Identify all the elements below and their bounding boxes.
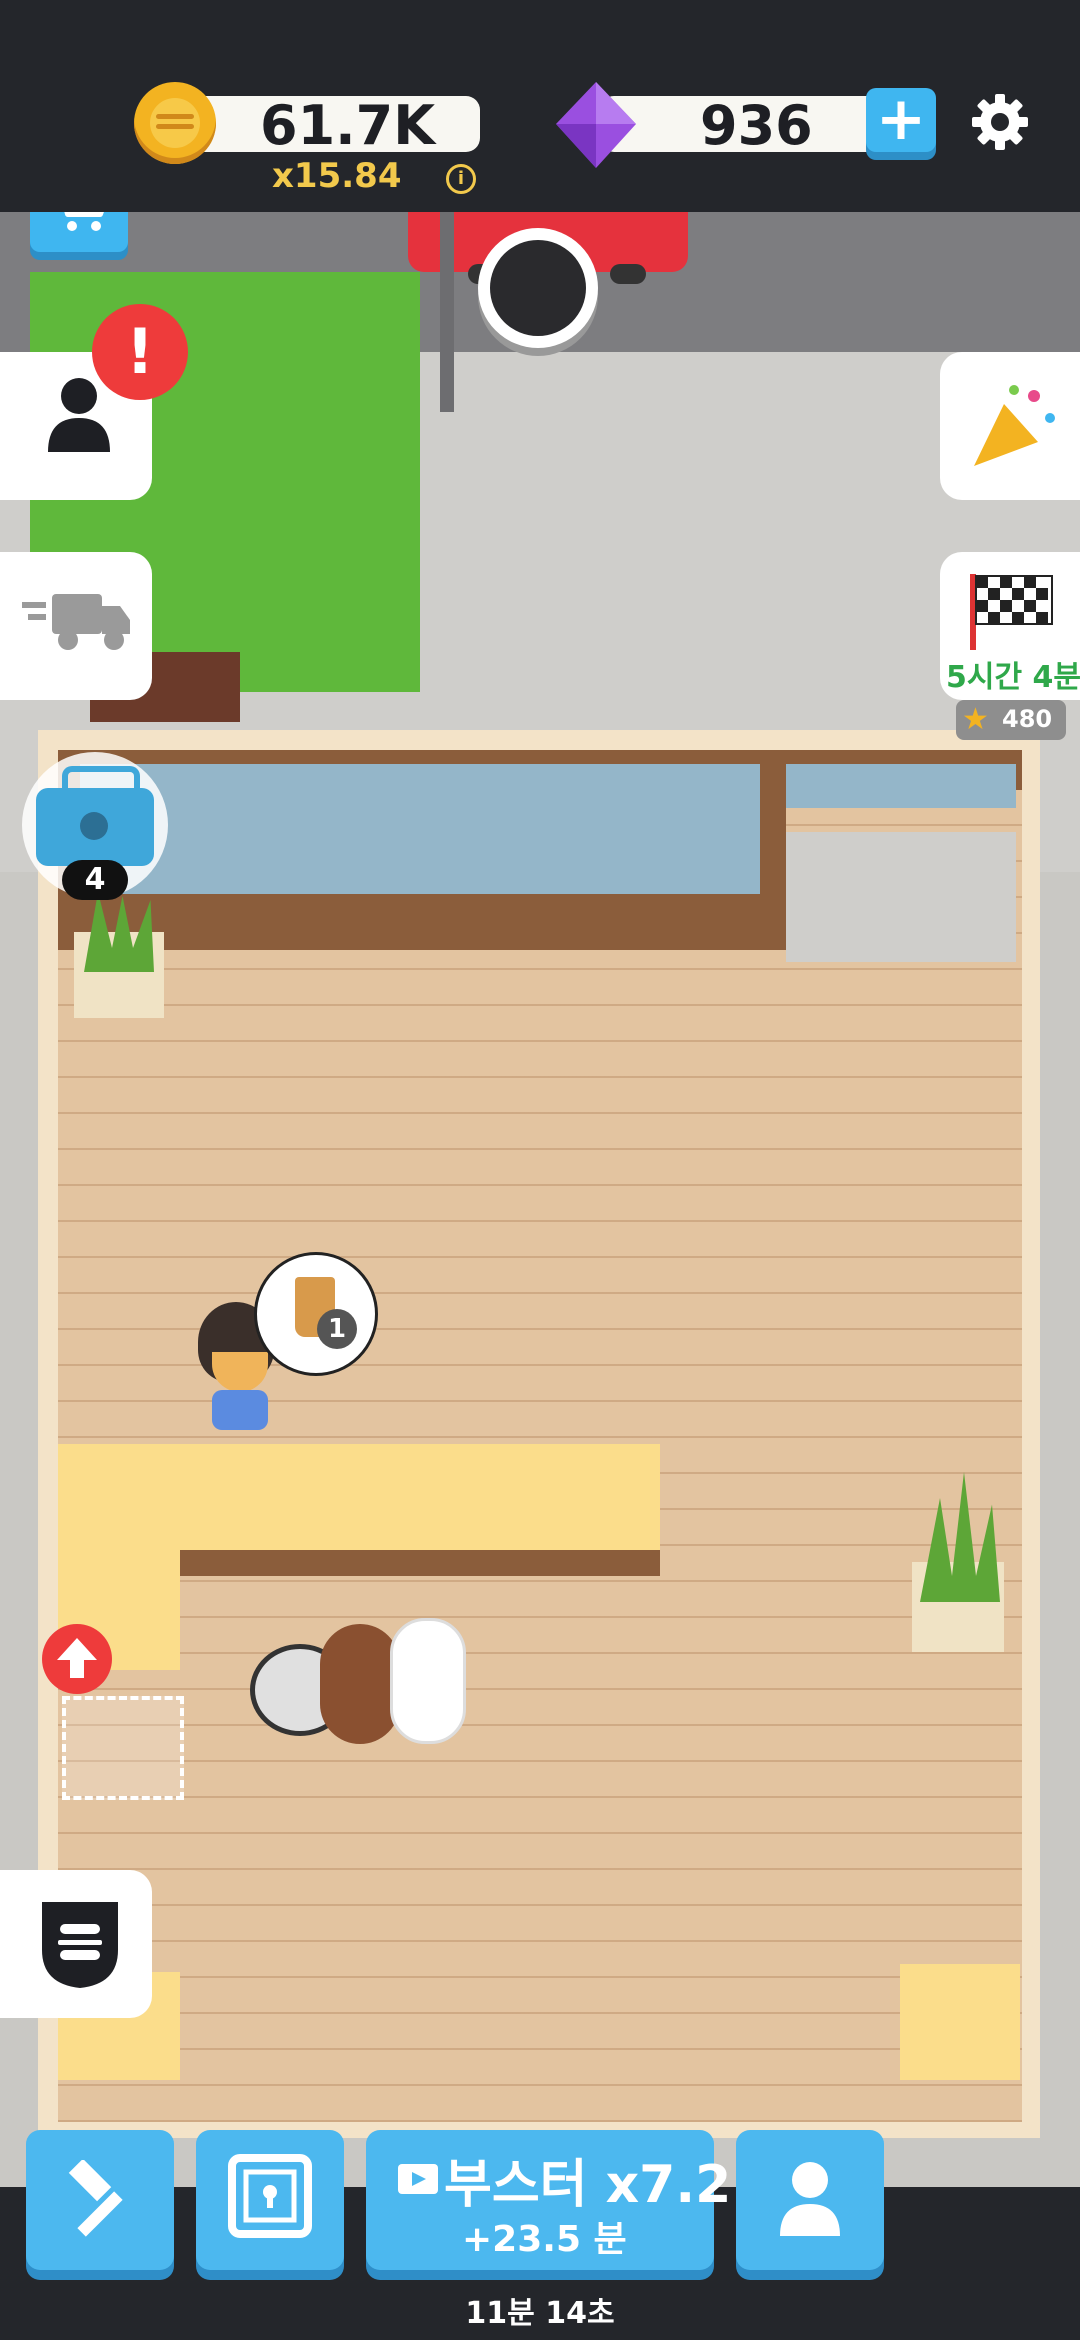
delivery-truck-icon <box>22 594 130 650</box>
hammer-icon <box>68 2160 123 2237</box>
shop-cart-button[interactable] <box>30 212 128 252</box>
toolbox-count: 4 <box>62 860 128 900</box>
burger-shield-icon <box>42 1902 118 1988</box>
profile-button[interactable] <box>736 2130 884 2270</box>
delivery-button[interactable] <box>0 552 152 700</box>
window-left <box>80 764 760 894</box>
party-popper-icon <box>974 385 1055 466</box>
vault-button[interactable] <box>196 2130 344 2270</box>
race-event-button[interactable]: 5시간 4분 <box>940 552 1080 700</box>
settings-gear-icon[interactable] <box>970 92 1030 152</box>
income-multiplier: x15.84 <box>272 156 402 196</box>
event-timer: 5시간 4분 <box>946 660 1080 695</box>
order-bubble[interactable]: 1 <box>254 1252 378 1376</box>
cart-icon <box>64 212 104 231</box>
party-event-button[interactable] <box>940 352 1080 500</box>
gem-icon <box>556 82 636 168</box>
upgrade-arrow-button[interactable] <box>42 1624 112 1694</box>
game-scene[interactable]: 1 4 ! 5시간 4분 ★ 480 <box>0 212 1080 2187</box>
alert-badge[interactable]: ! <box>92 304 188 400</box>
coin-counter: 61.7K <box>190 94 480 157</box>
booster-label: 부스터 <box>444 2155 588 2215</box>
build-button[interactable] <box>26 2130 174 2270</box>
service-counter[interactable] <box>58 1444 660 1550</box>
menu-button[interactable] <box>0 1870 152 2018</box>
info-icon[interactable]: i <box>446 164 476 194</box>
safe-icon <box>228 2154 312 2238</box>
person-icon <box>780 2162 840 2236</box>
person-icon <box>48 378 110 452</box>
event-stars-badge: ★ 480 <box>956 700 1066 740</box>
booster-extra: +23.5 분 <box>462 2219 627 2260</box>
panda-pet <box>390 1618 466 1744</box>
checkered-flag-icon <box>970 574 1053 650</box>
coin-icon <box>134 82 216 164</box>
booster-button[interactable]: 부스터 x7.2 +23.5 분 <box>366 2130 731 2270</box>
gem-counter: 936 <box>600 94 880 157</box>
star-icon: ★ <box>962 702 989 737</box>
player-character <box>320 1624 400 1744</box>
gem-amount: 936 <box>700 94 813 157</box>
manhole-marker <box>478 228 598 348</box>
booster-timer: 11분 14초 <box>465 2296 615 2331</box>
top-hud: 61.7K x15.84 i 936 + <box>0 0 1080 212</box>
corner-table-right <box>900 1964 1020 2080</box>
up-arrow-icon <box>57 1638 97 1678</box>
booster-multiplier: x7.2 <box>605 2155 732 2215</box>
ticket-icon <box>398 2164 438 2194</box>
buy-gems-button[interactable]: + <box>866 88 936 152</box>
event-stars: 480 <box>1002 705 1053 733</box>
order-count: 1 <box>317 1309 357 1349</box>
window-right <box>786 764 1016 808</box>
build-slot[interactable] <box>62 1696 184 1800</box>
coin-amount: 61.7K <box>260 94 436 157</box>
